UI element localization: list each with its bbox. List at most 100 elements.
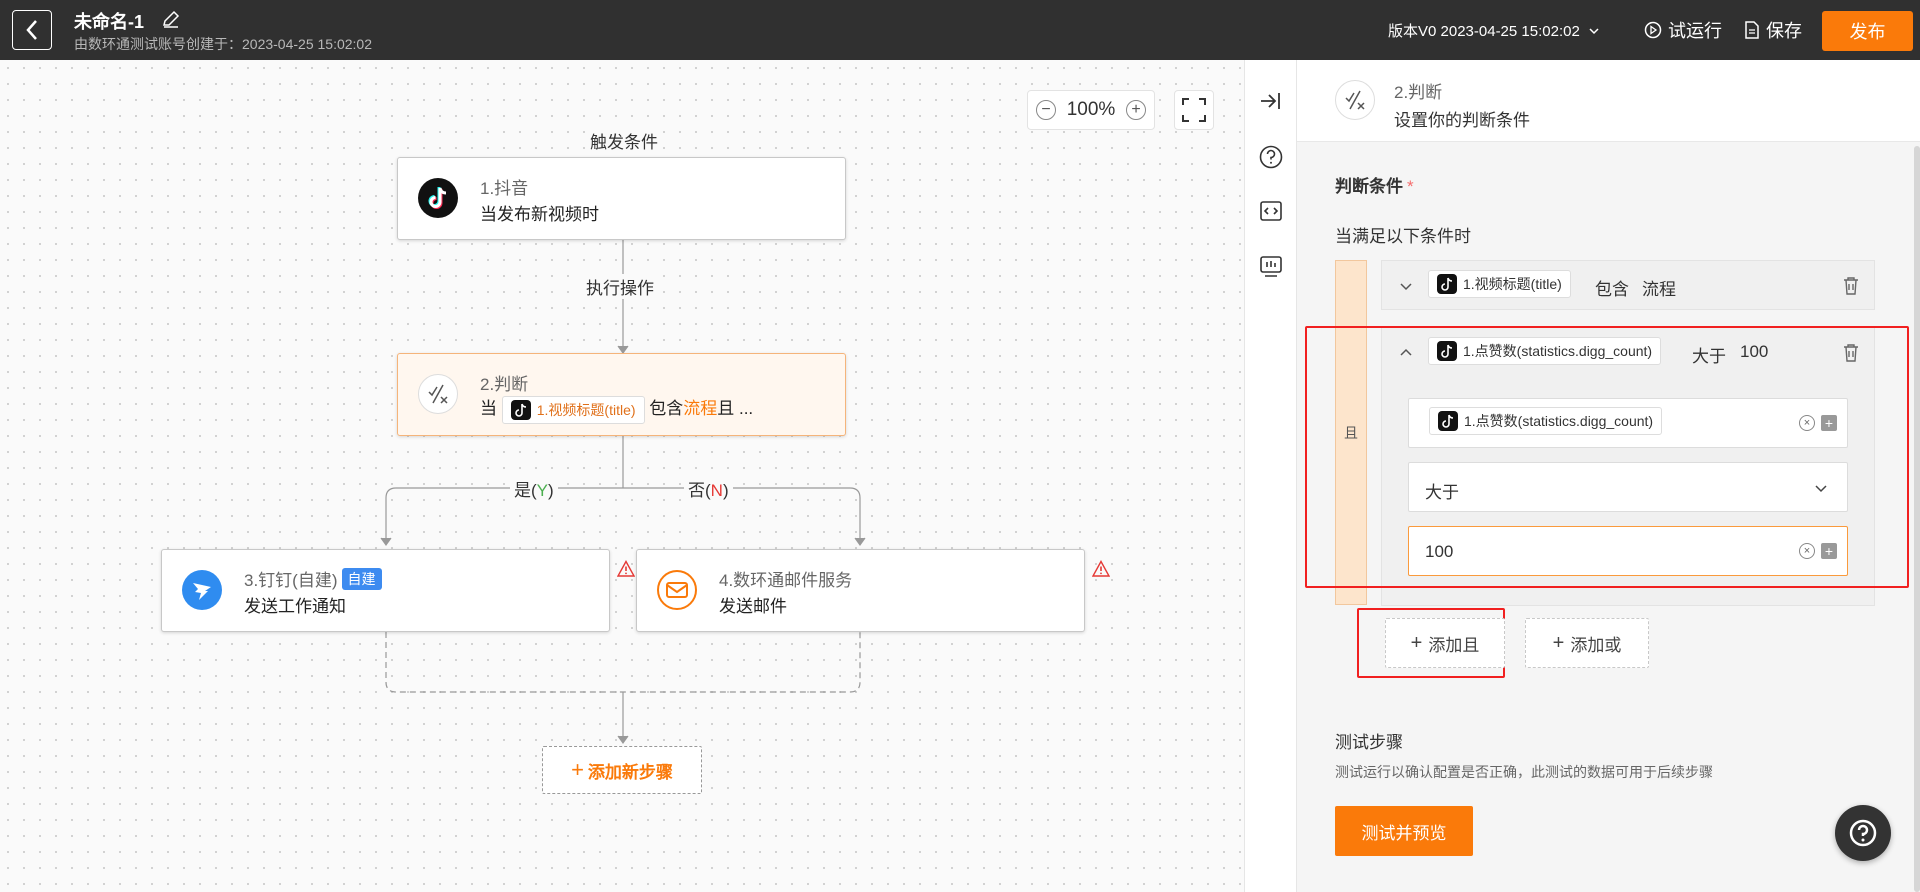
insert-variable-icon[interactable]: + xyxy=(1821,415,1837,431)
branch-no-suffix: ) xyxy=(722,481,729,500)
workflow-title: 未命名-1 xyxy=(74,12,145,32)
workflow-canvas[interactable]: − 100% + 触发条件 执行操作 是(Y) 否(N) 1.抖音 当发布新视频… xyxy=(0,60,1244,892)
scrollbar[interactable] xyxy=(1914,146,1920,892)
publish-button[interactable]: 发布 xyxy=(1822,11,1913,51)
zoom-level: 100% xyxy=(1066,99,1116,120)
node-trigger-desc: 当发布新视频时 xyxy=(480,205,599,224)
node-judge[interactable]: 2.判断 当 1.视频标题(title) 包含流程且 ... xyxy=(397,353,846,436)
zoom-in-button[interactable]: + xyxy=(1125,100,1146,120)
test-run-label: 试运行 xyxy=(1668,21,1722,41)
add-and-button[interactable]: + 添加且 xyxy=(1385,618,1505,668)
save-label: 保存 xyxy=(1766,21,1802,41)
operator-select[interactable]: 大于 xyxy=(1408,462,1848,512)
field-input[interactable]: 1.点赞数(statistics.digg_count) × + xyxy=(1408,398,1848,448)
edit-icon[interactable] xyxy=(160,8,182,30)
self-built-badge: 自建 xyxy=(341,568,382,590)
branch-no-key: N xyxy=(710,481,723,500)
panel-step-subtitle: 设置你的判断条件 xyxy=(1394,111,1530,130)
chevron-down-icon[interactable] xyxy=(1398,278,1414,294)
expand-icon xyxy=(1182,98,1206,122)
test-section-desc: 测试运行以确认配置是否正确，此测试的数据可用于后续步骤 xyxy=(1335,764,1713,780)
condition-icon xyxy=(418,374,458,414)
save-button[interactable]: 保存 xyxy=(1744,17,1802,43)
value-controls: × + xyxy=(1799,543,1837,559)
tiktok-icon xyxy=(1437,341,1457,361)
value-input[interactable]: 100 × + xyxy=(1408,526,1848,576)
node-judge-name: 2.判断 xyxy=(480,375,529,394)
log-icon[interactable] xyxy=(1258,253,1284,279)
trash-icon[interactable] xyxy=(1842,343,1860,363)
collapse-panel-icon[interactable] xyxy=(1258,88,1284,114)
back-button[interactable] xyxy=(12,10,52,50)
tiktok-icon xyxy=(510,399,531,420)
help-icon xyxy=(1849,819,1877,847)
warning-icon xyxy=(1092,560,1110,577)
condition-row[interactable]: 1.视频标题(title) 包含 流程 xyxy=(1381,260,1875,310)
clear-icon[interactable]: × xyxy=(1799,543,1815,559)
condition-value: 100 xyxy=(1740,342,1769,361)
condition-operator: 包含 xyxy=(1595,280,1629,299)
top-bar: 未命名-1 由数环通测试账号创建于：2023-04-25 15:02:02 版本… xyxy=(0,0,1920,60)
condition-field-chip: 1.点赞数(statistics.digg_count) xyxy=(1428,337,1662,365)
branch-no-prefix: 否( xyxy=(688,481,711,500)
judge-field-chip: 1.视频标题(title) xyxy=(501,395,645,424)
panel-step-title: 2.判断 xyxy=(1394,83,1443,102)
node-mail-desc: 发送邮件 xyxy=(719,597,787,616)
condition-operator: 大于 xyxy=(1692,347,1726,366)
branch-yes-label: 是(Y) xyxy=(510,476,558,501)
condition-editor: 1.点赞数(statistics.digg_count) × + 大于 100 … xyxy=(1381,376,1875,606)
test-run-button[interactable]: 试运行 xyxy=(1644,17,1722,43)
version-select[interactable]: 版本V0 2023-04-25 15:02:02 xyxy=(1388,20,1600,41)
value-text: 100 xyxy=(1425,542,1454,561)
code-icon[interactable] xyxy=(1258,198,1284,224)
node-mail[interactable]: 4.数环通邮件服务 发送邮件 xyxy=(636,549,1085,632)
test-preview-button[interactable]: 测试并预览 xyxy=(1335,806,1473,856)
chevron-down-icon xyxy=(1589,27,1599,34)
action-label: 执行操作 xyxy=(582,274,658,299)
judge-tail: 且 ... xyxy=(717,399,754,418)
plus-icon: + xyxy=(571,757,584,782)
node-dingtalk-title: 3.钉钉(自建) xyxy=(244,571,338,590)
add-or-button[interactable]: + 添加或 xyxy=(1525,618,1649,668)
judge-value: 流程 xyxy=(683,399,718,418)
required-mark: * xyxy=(1407,177,1414,196)
branch-yes-prefix: 是( xyxy=(514,481,537,500)
condition-field-chip: 1.视频标题(title) xyxy=(1428,270,1571,298)
fullscreen-button[interactable] xyxy=(1174,90,1214,130)
config-panel: 2.判断 设置你的判断条件 判断条件 * 当满足以下条件时 且 1.视频标题(ti… xyxy=(1296,60,1920,892)
node-dingtalk-desc: 发送工作通知 xyxy=(244,597,346,616)
node-judge-desc: 当 1.视频标题(title) 包含流程且 ... xyxy=(480,394,753,424)
tiktok-icon xyxy=(418,178,458,218)
side-toolbar xyxy=(1244,60,1296,892)
condition-value: 流程 xyxy=(1642,280,1676,299)
node-dingtalk[interactable]: 3.钉钉(自建) 自建 发送工作通知 xyxy=(161,549,610,632)
plus-icon: + xyxy=(1410,631,1423,654)
chevron-up-icon[interactable] xyxy=(1398,345,1414,361)
node-mail-name: 4.数环通邮件服务 xyxy=(719,571,853,590)
test-section-title: 测试步骤 xyxy=(1335,733,1403,752)
insert-variable-icon[interactable]: + xyxy=(1821,543,1837,559)
trash-icon[interactable] xyxy=(1842,276,1860,296)
clear-icon[interactable]: × xyxy=(1799,415,1815,431)
branch-no-label: 否(N) xyxy=(684,476,733,501)
created-info: 由数环通测试账号创建于：2023-04-25 15:02:02 xyxy=(74,36,372,52)
node-trigger-name: 1.抖音 xyxy=(480,179,529,198)
condition-row[interactable]: 1.点赞数(statistics.digg_count) 大于 100 xyxy=(1381,327,1875,377)
node-trigger[interactable]: 1.抖音 当发布新视频时 xyxy=(397,157,846,240)
version-label: 版本V0 2023-04-25 15:02:02 xyxy=(1388,23,1580,40)
condition-icon xyxy=(1335,80,1375,120)
tiktok-icon xyxy=(1438,411,1458,431)
add-and-label: 添加且 xyxy=(1428,635,1480,655)
trigger-label: 触发条件 xyxy=(586,128,662,153)
play-circle-icon xyxy=(1644,21,1662,39)
condition-label: 当满足以下条件时 xyxy=(1335,227,1471,246)
warning-icon xyxy=(617,560,635,577)
add-step-button[interactable]: + 添加新步骤 xyxy=(542,746,702,794)
add-step-label: 添加新步骤 xyxy=(587,762,673,782)
help-button[interactable] xyxy=(1835,805,1891,861)
zoom-out-button[interactable]: − xyxy=(1036,100,1056,120)
branch-yes-key: Y xyxy=(536,481,549,500)
help-circle-icon[interactable] xyxy=(1258,144,1284,170)
branch-yes-suffix: ) xyxy=(548,481,554,500)
panel-header: 2.判断 设置你的判断条件 xyxy=(1297,60,1920,142)
